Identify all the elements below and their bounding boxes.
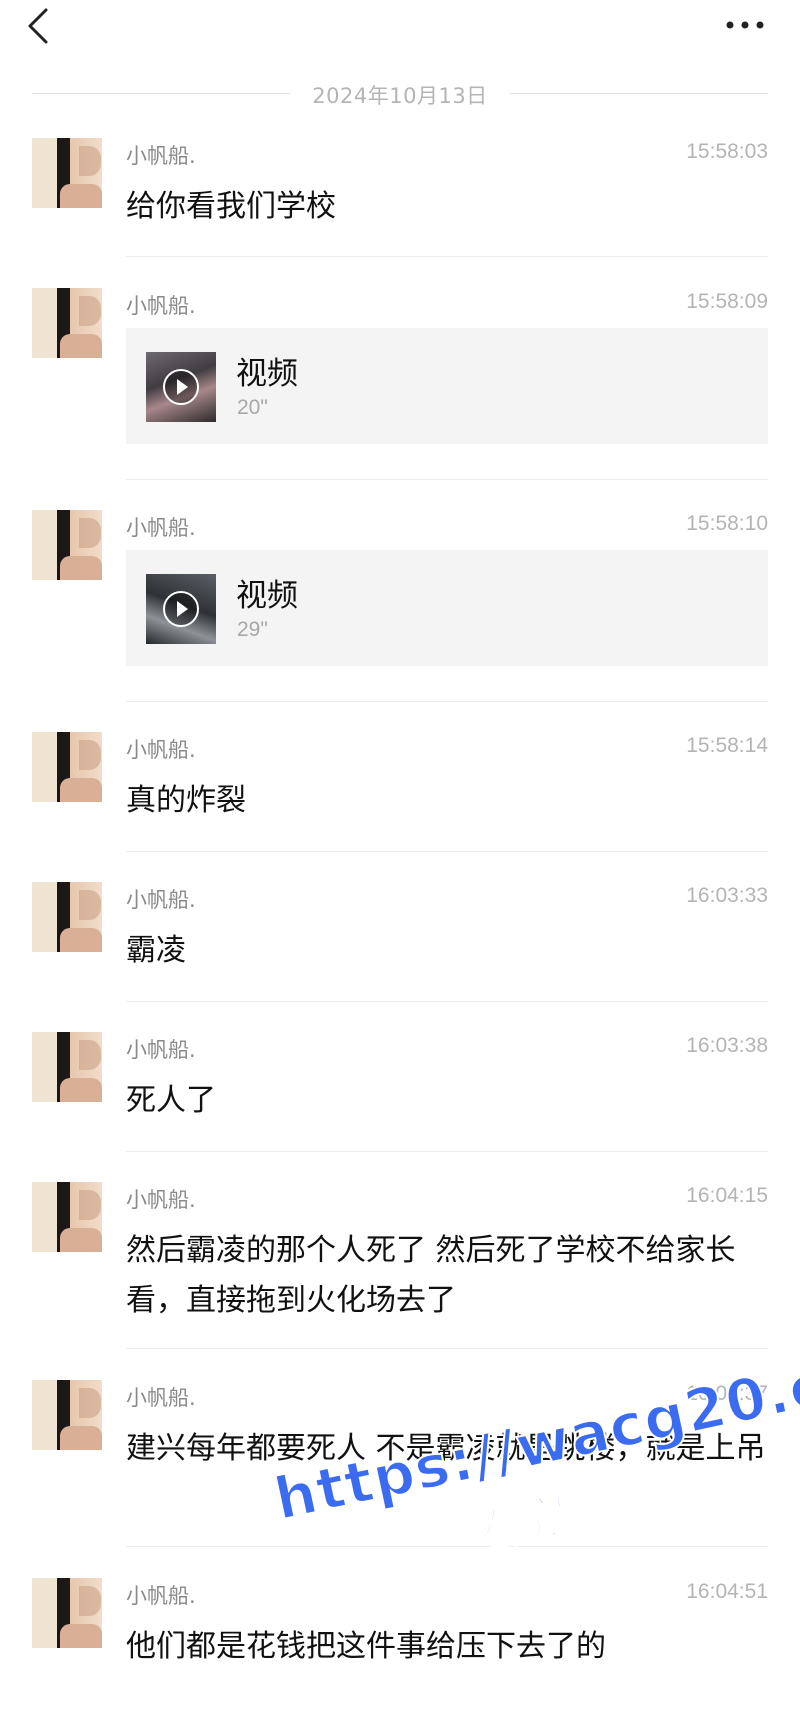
divider — [126, 1001, 768, 1002]
message-text: 给你看我们学校 — [126, 189, 336, 224]
date-label: 2024年10月13日 — [312, 84, 488, 108]
sender-name: 小帆船. — [126, 1038, 196, 1062]
divider — [126, 1546, 768, 1547]
more-horizontal-icon[interactable] — [720, 8, 770, 42]
video-thumbnail — [146, 574, 216, 644]
sender-name: 小帆船. — [126, 1584, 196, 1608]
message-time: 15:58:14 — [686, 734, 768, 757]
avatar[interactable] — [32, 1578, 102, 1648]
message-item: 小帆船. 15:58:09 视频 20" — [0, 288, 800, 480]
date-separator: 2024年10月13日 — [32, 76, 768, 112]
message-item: 小帆船. 15:58:10 视频 29" — [0, 510, 800, 702]
message-time: 15:58:03 — [686, 140, 768, 163]
sender-name: 小帆船. — [126, 516, 196, 540]
video-label: 视频 — [236, 578, 298, 614]
message-time: 16:03:33 — [686, 884, 768, 907]
message-text: 死人了 — [126, 1083, 216, 1118]
divider — [126, 1151, 768, 1152]
sender-name: 小帆船. — [126, 144, 196, 168]
video-duration: 29" — [237, 618, 268, 641]
avatar[interactable] — [32, 1032, 102, 1102]
divider — [126, 851, 768, 852]
message-text: 他们都是花钱把这件事给压下去了的 — [126, 1629, 606, 1664]
divider — [126, 701, 768, 702]
message-time: 15:58:09 — [686, 290, 768, 313]
sender-name: 小帆船. — [126, 738, 196, 762]
play-icon — [163, 369, 199, 405]
sender-name: 小帆船. — [126, 1386, 196, 1410]
video-message-card[interactable]: 视频 20" — [126, 328, 768, 444]
sender-name: 小帆船. — [126, 1188, 196, 1212]
avatar[interactable] — [32, 1380, 102, 1450]
chevron-left-icon[interactable] — [20, 4, 60, 48]
video-label: 视频 — [236, 356, 298, 392]
play-icon — [163, 591, 199, 627]
avatar[interactable] — [32, 1182, 102, 1252]
message-text: 真的炸裂 — [126, 783, 246, 818]
message-time: 15:58:10 — [686, 512, 768, 535]
avatar[interactable] — [32, 882, 102, 952]
message-text: 霸凌 — [126, 933, 186, 968]
video-thumbnail — [146, 352, 216, 422]
sender-name: 小帆船. — [126, 888, 196, 912]
message-item: 小帆船. 16:04:15 然后霸凌的那个人死了 然后死了学校不给家长看，直接拖… — [0, 1182, 800, 1352]
divider — [126, 479, 768, 480]
message-text: 然后霸凌的那个人死了 然后死了学校不给家长看，直接拖到火化场去了 — [126, 1233, 736, 1318]
message-time: 16:04:37 — [686, 1382, 768, 1405]
message-time: 16:04:51 — [686, 1580, 768, 1603]
message-item: 小帆船. 16:04:37 建兴每年都要死人 不是霸凌就是跳楼，就是上吊 — [0, 1380, 800, 1550]
message-item: 小帆船. 16:03:33 霸凌 — [0, 882, 800, 1002]
sender-name: 小帆船. — [126, 294, 196, 318]
message-text: 建兴每年都要死人 不是霸凌就是跳楼，就是上吊 — [126, 1431, 766, 1466]
message-time: 16:03:38 — [686, 1034, 768, 1057]
video-message-card[interactable]: 视频 29" — [126, 550, 768, 666]
message-item: 小帆船. 15:58:14 真的炸裂 — [0, 732, 800, 852]
message-item: 小帆船. 16:03:38 死人了 — [0, 1032, 800, 1152]
avatar[interactable] — [32, 138, 102, 208]
message-time: 16:04:15 — [686, 1184, 768, 1207]
divider — [510, 93, 768, 94]
divider — [126, 1348, 768, 1349]
video-duration: 20" — [237, 396, 268, 419]
top-bar — [0, 0, 800, 60]
avatar[interactable] — [32, 288, 102, 358]
divider — [126, 256, 768, 257]
message-item: 小帆船. 15:58:03 给你看我们学校 — [0, 138, 800, 258]
message-item: 小帆船. 16:04:51 他们都是花钱把这件事给压下去了的 — [0, 1578, 800, 1678]
avatar[interactable] — [32, 510, 102, 580]
avatar[interactable] — [32, 732, 102, 802]
